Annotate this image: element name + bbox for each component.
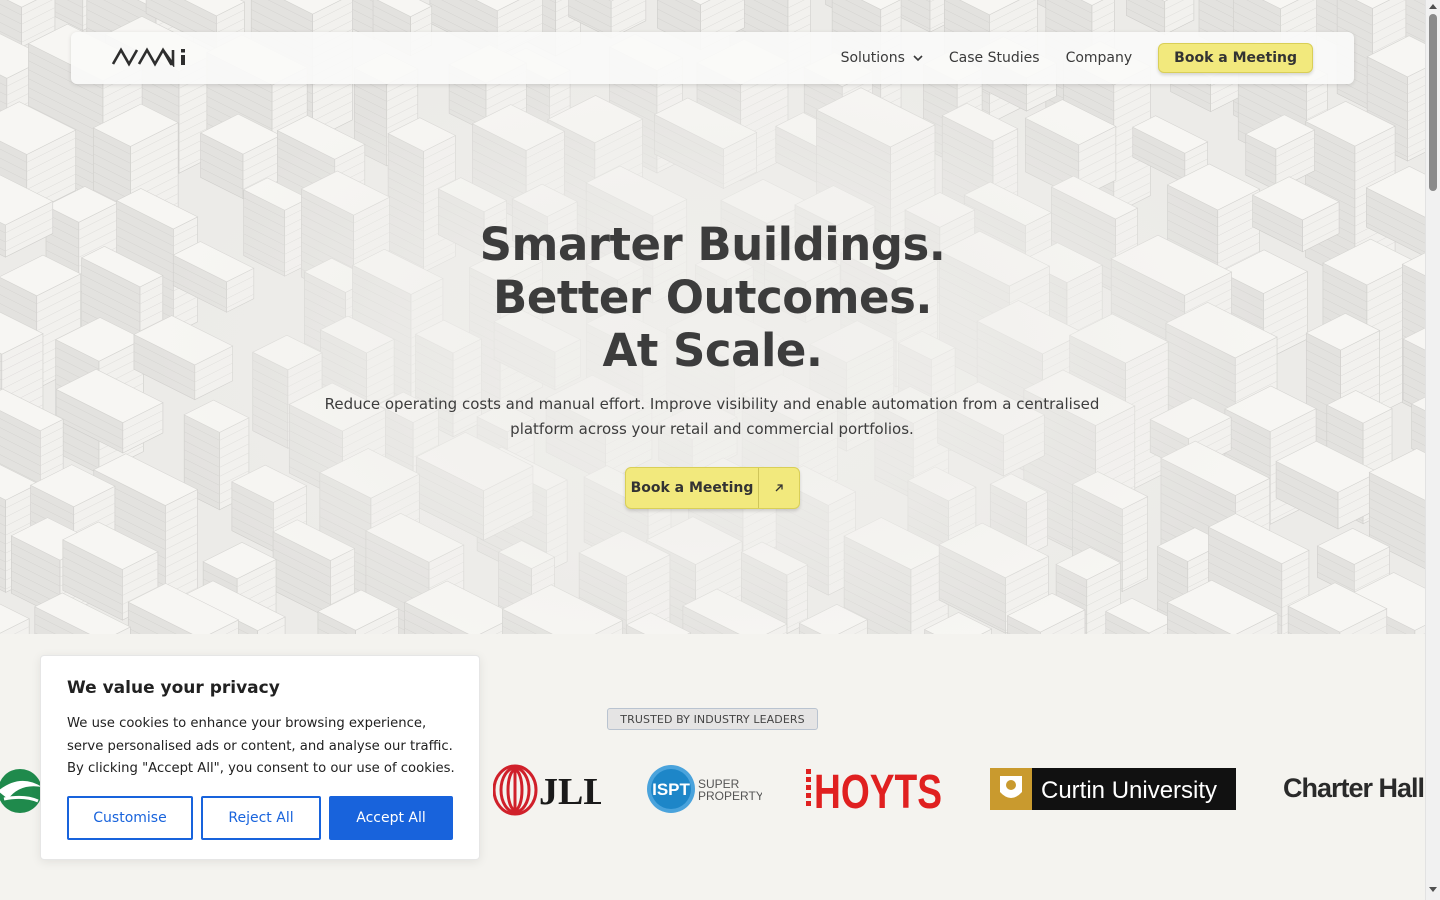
ispt-text: ISPT: [652, 780, 690, 799]
cookie-title: We value your privacy: [67, 678, 280, 698]
nav-case-studies[interactable]: Case Studies: [949, 50, 1040, 66]
trusted-badge: TRUSTED BY INDUSTRY LEADERS: [607, 708, 818, 730]
jll-text: JLL: [539, 771, 601, 813]
ispt-logo: ISPT SUPER PROPERTY: [646, 764, 764, 820]
chevron-down-icon: [913, 50, 923, 66]
nav-book-meeting-button[interactable]: Book a Meeting: [1158, 43, 1313, 73]
curtin-university-logo: Curtin University: [990, 768, 1236, 814]
headline-line-2: Better Outcomes.: [493, 271, 932, 324]
headline-line-1: Smarter Buildings.: [479, 218, 946, 271]
customise-button[interactable]: Customise: [67, 796, 193, 840]
hero-headline: Smarter Buildings. Better Outcomes. At S…: [0, 218, 1425, 377]
charter-hall-text: Charter Hall: [1283, 773, 1424, 803]
nav-links: Solutions Case Studies Company Book a Me…: [841, 32, 1313, 84]
headline-line-3: At Scale.: [602, 324, 824, 377]
avani-logo[interactable]: [111, 47, 193, 71]
arrow-up-right-icon: [758, 468, 799, 508]
scroll-down-arrow-icon[interactable]: [1429, 887, 1437, 892]
cookie-body: We use cookies to enhance your browsing …: [67, 716, 455, 776]
jll-logo: JLL: [492, 764, 609, 820]
hoyts-logo: HOYTS: [806, 766, 946, 820]
cookie-consent-banner: We value your privacy We use cookies to …: [40, 655, 480, 860]
hero-subtitle: Reduce operating costs and manual effort…: [324, 395, 1100, 438]
ispt-property-text: PROPERTY: [698, 789, 762, 803]
nav-company[interactable]: Company: [1066, 50, 1133, 66]
page-scrollbar[interactable]: [1425, 0, 1440, 900]
hero-cta-label: Book a Meeting: [630, 480, 754, 496]
scroll-up-arrow-icon[interactable]: [1429, 4, 1437, 9]
top-navbar: Solutions Case Studies Company Book a Me…: [71, 32, 1354, 84]
hero-section: Solutions Case Studies Company Book a Me…: [0, 0, 1425, 634]
hero-book-meeting-button[interactable]: Book a Meeting: [625, 467, 800, 509]
scrollbar-thumb[interactable]: [1429, 14, 1437, 191]
nav-solutions-label: Solutions: [840, 50, 905, 66]
charter-hall-logo: Charter Hall: [1283, 769, 1425, 813]
nav-solutions[interactable]: Solutions: [841, 50, 923, 66]
reject-all-button[interactable]: Reject All: [201, 796, 321, 840]
accept-all-button[interactable]: Accept All: [329, 796, 453, 840]
curtin-text: Curtin University: [1041, 777, 1217, 804]
hoyts-text: HOYTS: [814, 766, 942, 816]
